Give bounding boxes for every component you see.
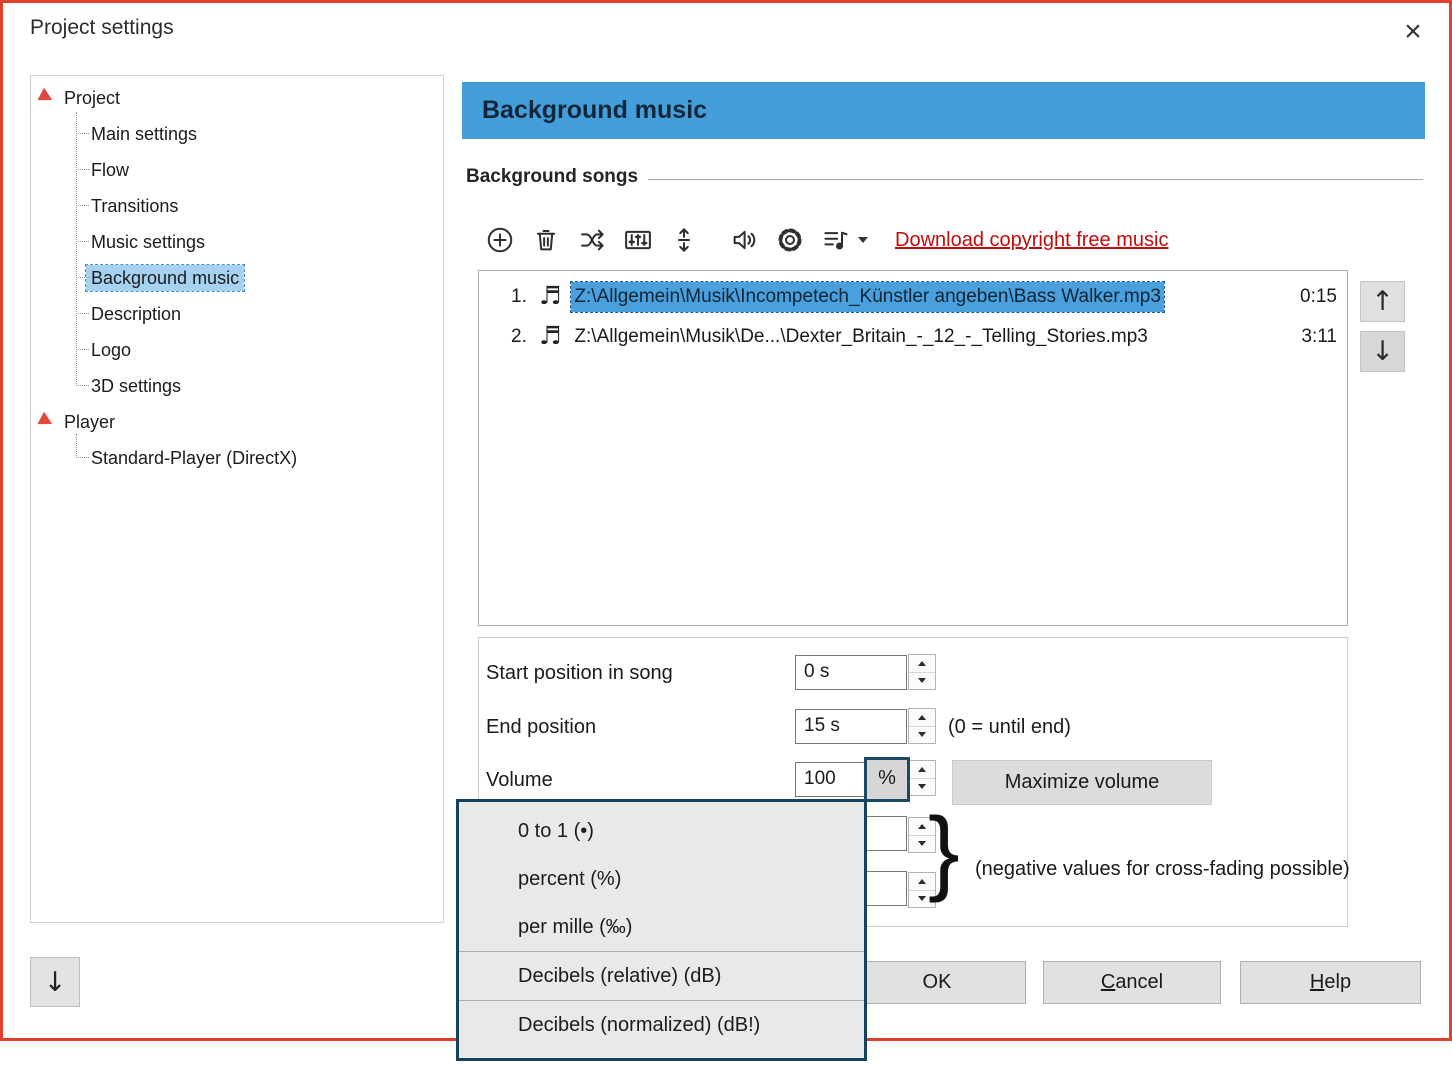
playlist-icon <box>821 225 851 255</box>
section-divider <box>648 179 1423 180</box>
volume-button[interactable] <box>725 220 763 260</box>
spin-down-button[interactable] <box>909 673 935 690</box>
menu-item-db-relative[interactable]: Decibels (relative) (dB) <box>459 952 864 1000</box>
song-path[interactable]: Z:\Allgemein\Musik\Incompetech_Künstler … <box>571 282 1163 312</box>
end-position-spinner[interactable] <box>908 708 936 744</box>
tree-item-background-music[interactable]: Background music <box>31 260 443 296</box>
spin-up-button[interactable] <box>909 655 935 673</box>
song-index: 1. <box>511 286 533 308</box>
crossfade-hint: (negative values for cross-fading possib… <box>975 849 1350 889</box>
menu-item-percent[interactable]: percent (%) <box>459 855 864 903</box>
help-button[interactable]: Help <box>1240 961 1421 1004</box>
end-position-hint: (0 = until end) <box>948 709 1071 745</box>
song-list[interactable]: 1. ♬ Z:\Allgemein\Musik\Incompetech_Küns… <box>478 270 1348 626</box>
page-header: Background music <box>462 82 1425 139</box>
tree-item-3d-settings[interactable]: 3D settings <box>31 368 443 404</box>
cancel-button[interactable]: Cancel <box>1043 961 1221 1004</box>
song-duration: 0:15 <box>1300 286 1337 308</box>
song-index: 2. <box>511 326 533 348</box>
music-note-icon: ♬ <box>539 281 561 310</box>
volume-input[interactable]: 100 <box>795 762 865 797</box>
end-position-input[interactable]: 15 s <box>795 709 907 744</box>
move-song-up-button[interactable]: ↑ <box>1360 281 1405 322</box>
delete-song-button[interactable] <box>527 220 565 260</box>
project-settings-dialog: Project settings × Project Main settings… <box>0 0 1452 1041</box>
playlist-button[interactable] <box>817 220 871 260</box>
maximize-volume-button[interactable]: Maximize volume <box>952 760 1212 805</box>
move-song-down-button[interactable]: ↓ <box>1360 331 1405 372</box>
shuffle-icon <box>577 225 607 255</box>
menu-item-0-to-1[interactable]: 0 to 1 (•) <box>459 807 864 855</box>
ok-button[interactable]: OK <box>848 961 1026 1004</box>
tree-item-transitions[interactable]: Transitions <box>31 188 443 224</box>
menu-item-per-mille[interactable]: per mille (‰) <box>459 903 864 951</box>
dropdown-caret-icon <box>858 237 868 243</box>
spin-up-button[interactable] <box>909 761 935 779</box>
song-row-1[interactable]: 1. ♬ Z:\Allgemein\Musik\Incompetech_Küns… <box>479 277 1347 317</box>
song-row-2[interactable]: 2. ♬ Z:\Allgemein\Musik\De...\Dexter_Bri… <box>479 317 1347 357</box>
scroll-down-button[interactable]: ↓ <box>30 957 80 1007</box>
download-music-link[interactable]: Download copyright free music <box>895 229 1168 252</box>
song-path[interactable]: Z:\Allgemein\Musik\De...\Dexter_Britain_… <box>571 322 1150 352</box>
window-title: Project settings <box>30 16 174 40</box>
settings-tree: Project Main settings Flow Transitions M… <box>30 75 444 923</box>
tree-item-music-settings[interactable]: Music settings <box>31 224 443 260</box>
volume-icon <box>729 225 759 255</box>
spin-down-button[interactable] <box>909 727 935 744</box>
tree-item-player[interactable]: Player <box>31 404 443 440</box>
start-position-label: Start position in song <box>486 655 673 691</box>
tree-item-project[interactable]: Project <box>31 80 443 116</box>
section-title: Background songs <box>466 166 638 188</box>
end-position-label: End position <box>486 709 596 745</box>
tree-item-flow[interactable]: Flow <box>31 152 443 188</box>
tree-item-standard-player[interactable]: Standard-Player (DirectX) <box>31 440 443 476</box>
songs-toolbar: Download copyright free music <box>481 217 1168 263</box>
tree-item-logo[interactable]: Logo <box>31 332 443 368</box>
spin-down-button[interactable] <box>909 779 935 796</box>
settings-icon <box>775 225 805 255</box>
add-song-button[interactable] <box>481 220 519 260</box>
volume-unit-menu: 0 to 1 (•) percent (%) per mille (‰) Dec… <box>456 799 867 1061</box>
tree-item-description[interactable]: Description <box>31 296 443 332</box>
close-icon[interactable]: × <box>1390 9 1436 55</box>
tree-item-main-settings[interactable]: Main settings <box>31 116 443 152</box>
add-icon <box>485 225 515 255</box>
expander-icon <box>37 412 55 430</box>
settings-button[interactable] <box>771 220 809 260</box>
delete-icon <box>531 225 561 255</box>
volume-label: Volume <box>486 762 553 798</box>
start-position-spinner[interactable] <box>908 654 936 690</box>
volume-unit-button[interactable]: % <box>864 757 910 802</box>
equalizer-button[interactable] <box>619 220 657 260</box>
equalizer-icon <box>623 225 653 255</box>
song-duration: 3:11 <box>1301 326 1337 348</box>
menu-item-db-normalized[interactable]: Decibels (normalized) (dB!) <box>459 1001 864 1049</box>
expander-icon <box>37 88 55 106</box>
resize-vertical-icon <box>669 225 699 255</box>
shuffle-songs-button[interactable] <box>573 220 611 260</box>
spin-up-button[interactable] <box>909 709 935 727</box>
page-title: Background music <box>462 82 1425 139</box>
brace-glyph: } <box>928 797 960 906</box>
resize-vertical-button[interactable] <box>665 220 703 260</box>
start-position-input[interactable]: 0 s <box>795 655 907 690</box>
music-note-icon: ♬ <box>539 321 561 350</box>
volume-spinner[interactable] <box>908 760 936 796</box>
